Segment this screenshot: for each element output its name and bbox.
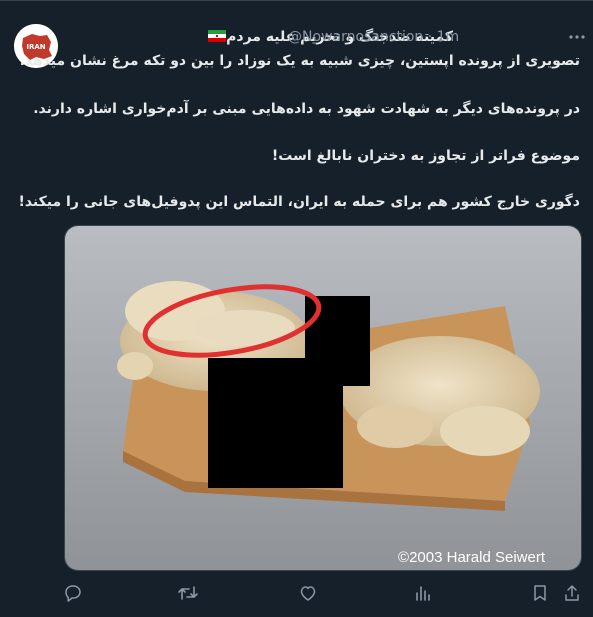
photo-raw-chicken-redacted: ©2003 Harald Seiwert — [65, 226, 581, 570]
like-icon[interactable] — [298, 583, 324, 605]
reply-icon[interactable] — [63, 583, 89, 605]
handle-and-time[interactable]: @Nowarnosanction · 1m — [288, 27, 459, 47]
top-divider — [0, 0, 593, 1]
views-icon[interactable] — [413, 583, 439, 605]
action-bar — [0, 583, 593, 607]
bookmark-icon[interactable] — [530, 583, 556, 605]
more-horizontal-icon[interactable] — [567, 27, 587, 47]
tweet-line-1: تصویری از پرونده اپستین، چیزی شبیه به یک… — [19, 53, 580, 69]
share-icon[interactable] — [562, 583, 588, 605]
tweet-media[interactable]: ©2003 Harald Seiwert — [64, 225, 582, 571]
retweet-icon[interactable] — [177, 583, 203, 605]
tweet-line-2: در پرونده‌های دیگر به شهادت شهود به داده… — [33, 101, 580, 117]
tweet-line-4: دگوری خارج کشور هم برای حمله به ایران، ا… — [18, 194, 580, 210]
media-watermark: ©2003 Harald Seiwert — [398, 549, 546, 566]
iran-flag-icon — [208, 30, 227, 42]
tweet-line-3: موضوع فراتر از تجاوز به دختران نابالغ اس… — [271, 148, 580, 164]
